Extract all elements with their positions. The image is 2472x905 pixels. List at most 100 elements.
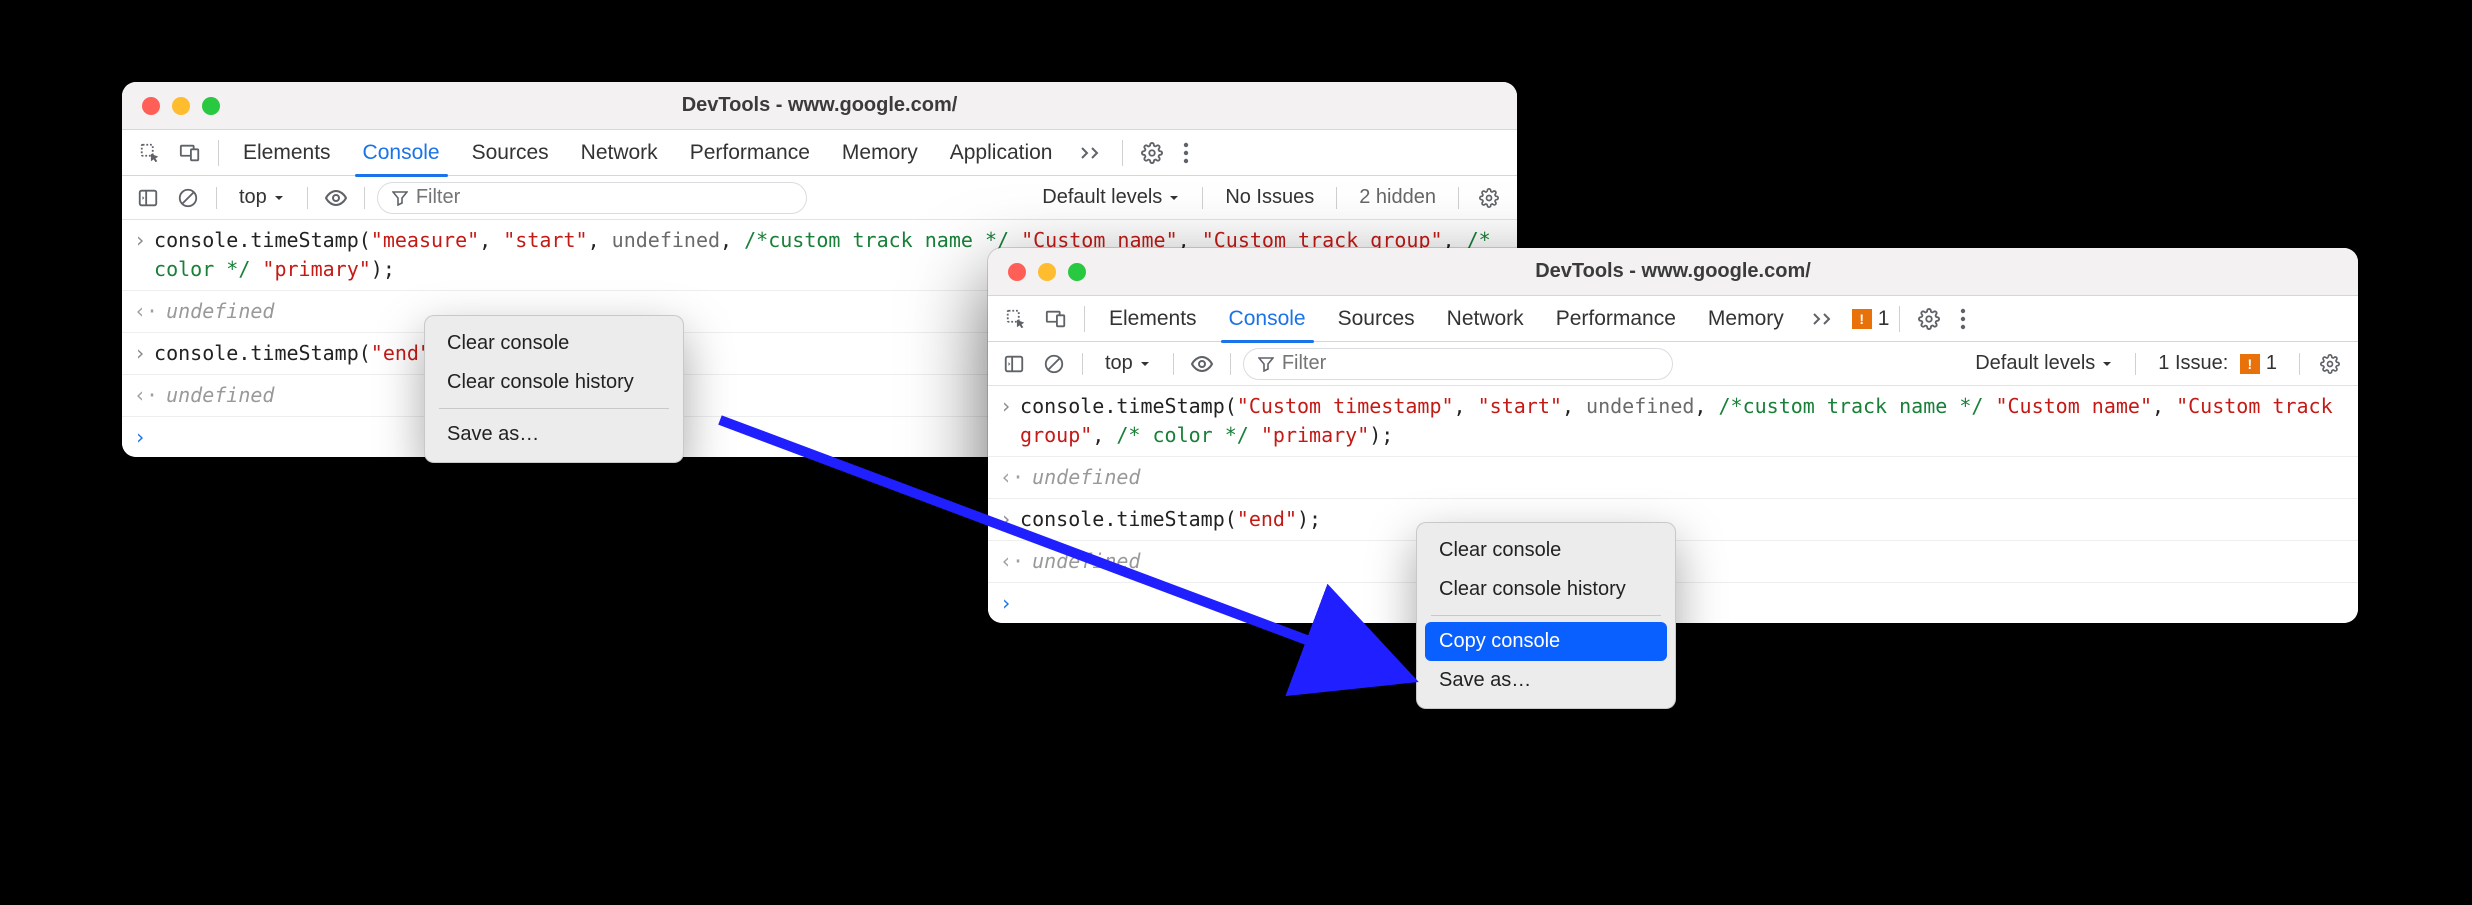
- chevron-down-icon: [273, 192, 285, 204]
- undefined-value: undefined: [1032, 547, 1140, 576]
- code: console.timeStamp("end");: [154, 339, 455, 368]
- menu-item-copy-console[interactable]: Copy console: [1425, 622, 1667, 661]
- issues-status[interactable]: 1 Issue: ! 1: [2148, 352, 2287, 376]
- inspect-element-icon[interactable]: [132, 142, 168, 164]
- tab-network[interactable]: Network: [1433, 296, 1538, 342]
- console-toolbar: top Filter Default levels 1 Issue: ! 1: [988, 342, 2358, 386]
- zoom-window-button[interactable]: [1068, 263, 1086, 281]
- clear-console-icon[interactable]: [1038, 353, 1070, 375]
- console-context-menu: Clear console Clear console history Save…: [424, 315, 684, 463]
- divider: [1230, 353, 1231, 375]
- menu-item-clear-console[interactable]: Clear console: [433, 324, 675, 363]
- tab-sources[interactable]: Sources: [1324, 296, 1429, 342]
- divider: [1082, 353, 1083, 375]
- menu-separator: [439, 408, 669, 409]
- divider: [218, 140, 219, 166]
- more-options-icon[interactable]: [1952, 308, 1974, 330]
- input-arrow-icon: ›: [134, 226, 146, 284]
- input-arrow-icon: ›: [1000, 505, 1012, 534]
- filter-input[interactable]: Filter: [1243, 348, 1673, 380]
- tab-network[interactable]: Network: [567, 130, 672, 176]
- issues-status[interactable]: No Issues: [1215, 186, 1324, 209]
- device-toolbar-icon[interactable]: [1038, 308, 1074, 330]
- console-input-line[interactable]: › console.timeStamp("Custom timestamp", …: [988, 386, 2358, 457]
- more-options-icon[interactable]: [1175, 142, 1197, 164]
- settings-icon[interactable]: [1133, 142, 1171, 164]
- context-label: top: [1105, 352, 1133, 375]
- menu-item-clear-history[interactable]: Clear console history: [433, 363, 675, 402]
- context-label: top: [239, 186, 267, 209]
- levels-label: Default levels: [1042, 186, 1162, 209]
- more-tabs-icon[interactable]: [1070, 144, 1112, 162]
- issue-count: 1: [2266, 352, 2277, 375]
- menu-item-save-as[interactable]: Save as…: [433, 415, 675, 454]
- tab-application[interactable]: Application: [936, 130, 1067, 176]
- device-toolbar-icon[interactable]: [172, 142, 208, 164]
- divider: [1336, 187, 1337, 209]
- divider: [2135, 353, 2136, 375]
- chevron-down-icon: [1139, 358, 1151, 370]
- output-arrow-icon: ‹·: [134, 381, 158, 410]
- divider: [1899, 306, 1900, 332]
- live-expression-icon[interactable]: [1186, 352, 1218, 376]
- warning-icon: !: [2240, 354, 2260, 374]
- code: console.timeStamp("end");: [1020, 505, 1321, 534]
- tab-elements[interactable]: Elements: [229, 130, 345, 176]
- tabbar-issue-badge[interactable]: ! 1: [1852, 307, 1890, 331]
- issue-count: 1: [1878, 307, 1890, 331]
- minimize-window-button[interactable]: [1038, 263, 1056, 281]
- levels-label: Default levels: [1975, 352, 2095, 375]
- tab-sources[interactable]: Sources: [458, 130, 563, 176]
- divider: [1122, 140, 1123, 166]
- execution-context-select[interactable]: top: [229, 182, 295, 213]
- minimize-window-button[interactable]: [172, 97, 190, 115]
- toggle-sidebar-icon[interactable]: [132, 187, 164, 209]
- filter-icon: [1258, 356, 1274, 372]
- console-output-line: ‹· undefined: [988, 457, 2358, 499]
- traffic-lights: [122, 97, 220, 115]
- tab-elements[interactable]: Elements: [1095, 296, 1211, 342]
- console-toolbar: top Filter Default levels No Issues 2 hi…: [122, 176, 1517, 220]
- hidden-messages-count[interactable]: 2 hidden: [1349, 186, 1446, 209]
- filter-icon: [392, 190, 408, 206]
- window-title: DevTools - www.google.com/: [988, 260, 2358, 283]
- filter-placeholder: Filter: [416, 186, 460, 209]
- tab-performance[interactable]: Performance: [676, 130, 824, 176]
- tab-console[interactable]: Console: [349, 130, 454, 176]
- console-settings-icon[interactable]: [2312, 354, 2348, 374]
- zoom-window-button[interactable]: [202, 97, 220, 115]
- execution-context-select[interactable]: top: [1095, 348, 1161, 379]
- log-levels-select[interactable]: Default levels: [1965, 348, 2123, 379]
- tab-console[interactable]: Console: [1215, 296, 1320, 342]
- close-window-button[interactable]: [142, 97, 160, 115]
- output-arrow-icon: ‹·: [134, 297, 158, 326]
- tab-memory[interactable]: Memory: [1694, 296, 1798, 342]
- settings-icon[interactable]: [1910, 308, 1948, 330]
- chevron-down-icon: [2101, 358, 2113, 370]
- divider: [216, 187, 217, 209]
- close-window-button[interactable]: [1008, 263, 1026, 281]
- input-arrow-icon: ›: [134, 339, 146, 368]
- menu-separator: [1431, 615, 1661, 616]
- menu-item-clear-history[interactable]: Clear console history: [1425, 570, 1667, 609]
- tab-performance[interactable]: Performance: [1542, 296, 1690, 342]
- filter-placeholder: Filter: [1282, 352, 1326, 375]
- toggle-sidebar-icon[interactable]: [998, 353, 1030, 375]
- filter-input[interactable]: Filter: [377, 182, 807, 214]
- log-levels-select[interactable]: Default levels: [1032, 182, 1190, 213]
- titlebar: DevTools - www.google.com/: [988, 248, 2358, 296]
- tab-memory[interactable]: Memory: [828, 130, 932, 176]
- inspect-element-icon[interactable]: [998, 308, 1034, 330]
- console-settings-icon[interactable]: [1471, 188, 1507, 208]
- clear-console-icon[interactable]: [172, 187, 204, 209]
- divider: [1173, 353, 1174, 375]
- devtools-window-right: DevTools - www.google.com/ Elements Cons…: [988, 248, 2358, 623]
- undefined-value: undefined: [166, 297, 274, 326]
- menu-item-clear-console[interactable]: Clear console: [1425, 531, 1667, 570]
- menu-item-save-as[interactable]: Save as…: [1425, 661, 1667, 700]
- more-tabs-icon[interactable]: [1802, 310, 1844, 328]
- divider: [307, 187, 308, 209]
- divider: [1458, 187, 1459, 209]
- live-expression-icon[interactable]: [320, 186, 352, 210]
- output-arrow-icon: ‹·: [1000, 463, 1024, 492]
